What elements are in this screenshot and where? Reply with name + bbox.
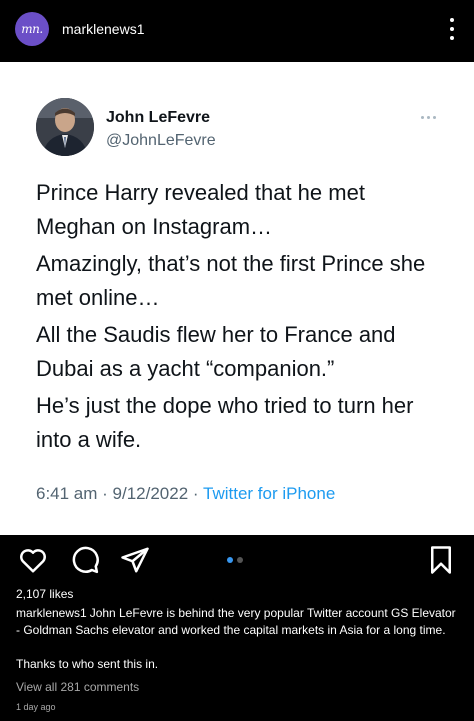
share-icon[interactable]: [120, 545, 150, 575]
heart-icon[interactable]: [18, 545, 48, 575]
tweet-card: John LeFevre @JohnLeFevre Prince Harry r…: [14, 76, 460, 516]
carousel-dot: [227, 557, 233, 563]
avatar-monogram: mn.: [21, 22, 43, 36]
carousel-dot: [237, 557, 243, 563]
tweet-time: 6:41 am: [36, 484, 98, 503]
tweet-date: 9/12/2022: [112, 484, 189, 503]
more-options-icon[interactable]: [448, 18, 456, 40]
tweet-meta: 6:41 am · 9/12/2022 · Twitter for iPhone: [36, 484, 336, 503]
bookmark-icon[interactable]: [426, 545, 456, 575]
caption-username[interactable]: marklenews1: [16, 606, 87, 620]
tweet-more-icon: [421, 116, 436, 119]
tweet-paragraph: Prince Harry revealed that he met Meghan…: [36, 180, 365, 239]
tweet-text: Prince Harry revealed that he met Meghan…: [36, 176, 446, 460]
likes-count[interactable]: 2,107 likes: [16, 587, 73, 601]
tweet-author-handle: @JohnLeFevre: [106, 132, 216, 149]
caption-thanks-line: Thanks to who sent this in.: [16, 657, 159, 671]
post-timestamp: 1 day ago: [16, 702, 56, 712]
tweet-avatar: [36, 98, 94, 156]
carousel-indicator: [227, 557, 243, 563]
action-bar: [0, 535, 474, 585]
tweet-paragraph: Amazingly, that’s not the first Prince s…: [36, 251, 426, 310]
view-comments-link[interactable]: View all 281 comments: [16, 680, 139, 694]
post-caption: marklenews1 John LeFevre is behind the ve…: [16, 605, 462, 639]
tweet-paragraph: All the Saudis flew her to France and Du…: [36, 322, 396, 381]
comment-icon[interactable]: [70, 545, 100, 575]
profile-avatar[interactable]: mn.: [15, 12, 49, 46]
tweet-author-name: John LeFevre: [106, 109, 211, 126]
post-header: mn. marklenews1: [0, 0, 474, 62]
post-username[interactable]: marklenews1: [62, 21, 144, 37]
post-image[interactable]: John LeFevre @JohnLeFevre Prince Harry r…: [0, 62, 474, 535]
tweet-source: Twitter for iPhone: [203, 484, 336, 503]
tweet-paragraph: He’s just the dope who tried to turn her…: [36, 393, 414, 452]
